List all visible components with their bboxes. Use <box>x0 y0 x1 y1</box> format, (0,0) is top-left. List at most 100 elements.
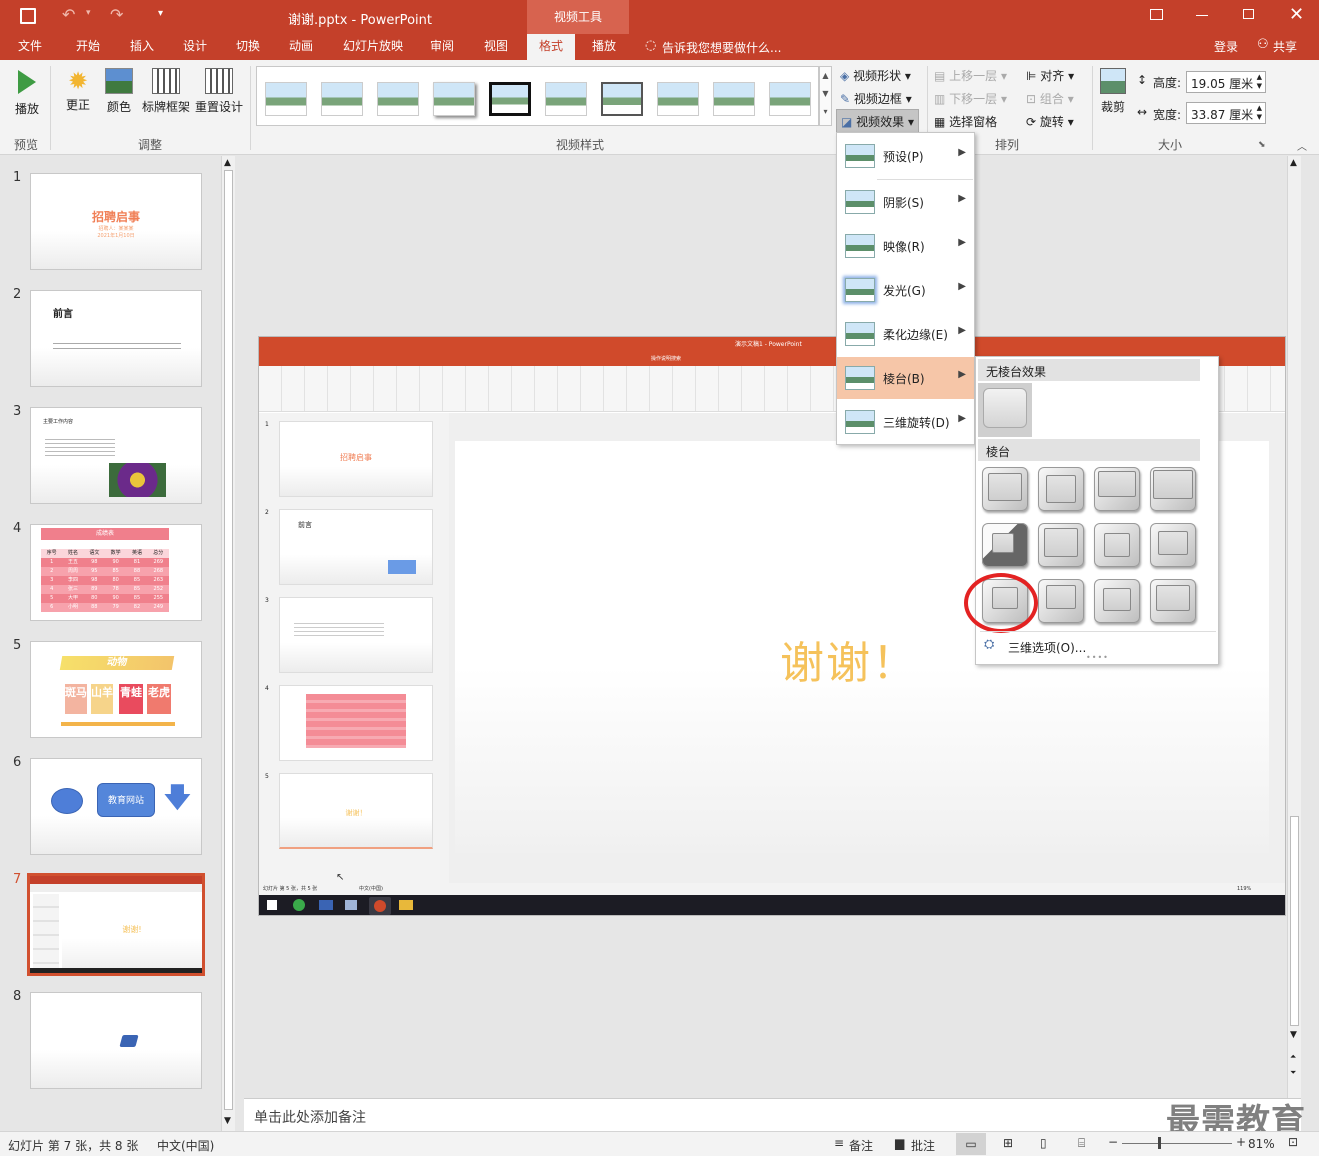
tab-design[interactable]: 设计 <box>173 34 217 60</box>
thumbnail-scrollbar[interactable]: ▲ ▼ <box>221 156 235 1131</box>
tab-slideshow[interactable]: 幻灯片放映 <box>336 34 410 60</box>
next-slide-icon[interactable]: ⏷ <box>1290 1068 1296 1078</box>
tab-transitions[interactable]: 切换 <box>226 34 270 60</box>
undo-dropdown-icon[interactable]: ▾ <box>86 8 91 18</box>
group-button[interactable]: ⊡ 组合 ▾ <box>1026 90 1074 107</box>
slide-thumb-3[interactable]: 主要工作内容 <box>30 407 202 504</box>
tab-animations[interactable]: 动画 <box>279 34 323 60</box>
size-dialog-launcher-icon[interactable]: ⬊ <box>1258 140 1266 150</box>
bevel-option-8[interactable] <box>1150 523 1196 567</box>
video-style-2[interactable] <box>321 82 363 116</box>
menu-item-shadow[interactable]: 阴影(S) ▶ <box>837 181 974 223</box>
save-icon[interactable] <box>20 8 36 24</box>
slide-thumb-5[interactable]: 动物 斑马 山羊 青蛙 老虎 <box>30 641 202 738</box>
play-button[interactable]: 播放 <box>10 66 44 117</box>
comments-button[interactable]: 批注 <box>911 1137 935 1154</box>
crop-button[interactable]: 裁剪 <box>1098 66 1128 115</box>
scroll-up-icon[interactable]: ▲ <box>224 158 231 168</box>
video-style-4[interactable] <box>433 82 475 116</box>
tab-review[interactable]: 审阅 <box>420 34 464 60</box>
bevel-option-6[interactable] <box>1038 523 1084 567</box>
language-indicator[interactable]: 中文(中国) <box>157 1137 214 1154</box>
normal-view-icon[interactable]: ▭ <box>956 1133 986 1155</box>
video-shape-button[interactable]: ◈ 视频形状 ▾ <box>840 67 911 84</box>
menu-item-preset[interactable]: 预设(P) ▶ <box>837 135 974 177</box>
height-input[interactable]: 19.05 厘米 ▲ ▼ <box>1186 71 1266 93</box>
scroll-down-icon[interactable]: ▼ <box>224 1116 231 1126</box>
menu-item-reflection[interactable]: 映像(R) ▶ <box>837 225 974 267</box>
share-button[interactable]: 共享 <box>1273 38 1297 55</box>
zoom-level[interactable]: 81% <box>1248 1137 1275 1151</box>
undo-icon[interactable]: ↶ <box>62 5 75 24</box>
video-style-8[interactable] <box>657 82 699 116</box>
bevel-option-11[interactable] <box>1094 579 1140 623</box>
scroll-up-icon[interactable]: ▲ <box>1290 158 1297 168</box>
selection-pane-button[interactable]: ▦ 选择窗格 <box>934 113 997 130</box>
video-style-7[interactable] <box>601 82 643 116</box>
align-button[interactable]: ⊫ 对齐 ▾ <box>1026 67 1074 84</box>
gallery-scroll[interactable]: ▲ ▼ ▾ <box>819 66 832 126</box>
tab-insert[interactable]: 插入 <box>120 34 164 60</box>
notes-pane[interactable]: 单击此处添加备注 <box>244 1098 1301 1131</box>
scroll-down-icon[interactable]: ▼ <box>1290 1030 1297 1040</box>
rotate-button[interactable]: ⟳ 旋转 ▾ <box>1026 113 1074 130</box>
reset-design-button[interactable]: 重置设计 <box>194 66 244 115</box>
minimize-icon[interactable] <box>1196 15 1208 16</box>
zoom-out-icon[interactable]: − <box>1108 1135 1118 1149</box>
bevel-option-12[interactable] <box>1150 579 1196 623</box>
video-style-10[interactable] <box>769 82 811 116</box>
fit-to-window-icon[interactable]: ⊡ <box>1288 1135 1298 1149</box>
width-spinner[interactable]: ▲ ▼ <box>1257 104 1262 122</box>
video-effects-button[interactable]: ◪ 视频效果 ▾ <box>836 109 920 134</box>
poster-frame-button[interactable]: 标牌框架 <box>140 66 192 115</box>
sign-in-link[interactable]: 登录 <box>1214 38 1238 55</box>
close-icon[interactable]: ✕ <box>1289 4 1304 25</box>
video-style-1[interactable] <box>265 82 307 116</box>
slide-thumb-8[interactable] <box>30 992 202 1089</box>
scroll-thumb[interactable] <box>224 170 233 1110</box>
bevel-option-1[interactable] <box>982 467 1028 511</box>
notes-placeholder[interactable]: 单击此处添加备注 <box>254 1107 366 1127</box>
redo-icon[interactable]: ↷ <box>110 5 123 24</box>
bevel-option-2[interactable] <box>1038 467 1084 511</box>
slideshow-icon[interactable]: ⌸ <box>1078 1136 1085 1151</box>
zoom-slider[interactable] <box>1122 1143 1232 1144</box>
notes-toggle-button[interactable]: 备注 <box>849 1137 873 1154</box>
bring-forward-button[interactable]: ▤ 上移一层 ▾ <box>934 67 1007 84</box>
maximize-icon[interactable] <box>1243 9 1254 19</box>
reading-view-icon[interactable]: ▯ <box>1040 1136 1047 1150</box>
height-spinner[interactable]: ▲ ▼ <box>1257 73 1262 91</box>
tab-view[interactable]: 视图 <box>474 34 518 60</box>
previous-slide-icon[interactable]: ⏶ <box>1290 1052 1296 1062</box>
send-backward-button[interactable]: ▥ 下移一层 ▾ <box>934 90 1007 107</box>
menu-item-glow[interactable]: 发光(G) ▶ <box>837 269 974 311</box>
video-style-5[interactable] <box>489 82 531 116</box>
resize-grip-icon[interactable]: •••• <box>1086 653 1109 662</box>
zoom-in-icon[interactable]: + <box>1236 1135 1246 1149</box>
customize-qat-icon[interactable]: ▾ <box>158 8 163 19</box>
collapse-ribbon-icon[interactable]: ︿ <box>1297 138 1307 153</box>
tab-playback[interactable]: 播放 <box>582 34 626 60</box>
slide-thumb-4[interactable]: 成绩表 序号 姓名 语文 数学 英语 总分 1 王五 98 90 81 269 2 周周 95 8… <box>30 524 202 621</box>
bevel-option-10[interactable] <box>1038 579 1084 623</box>
video-style-6[interactable] <box>545 82 587 116</box>
slide-sorter-icon[interactable]: ⊞ <box>1003 1136 1013 1150</box>
bevel-option-3[interactable] <box>1094 467 1140 511</box>
width-input[interactable]: 33.87 厘米 ▲ ▼ <box>1186 102 1266 124</box>
slide-scrollbar[interactable]: ▲ ▼ ⏶ ⏷ <box>1287 156 1301 1098</box>
bevel-option-7[interactable] <box>1094 523 1140 567</box>
video-style-3[interactable] <box>377 82 419 116</box>
zoom-slider-thumb[interactable] <box>1158 1137 1161 1149</box>
slide-thumb-7[interactable]: 谢谢! <box>27 873 205 976</box>
menu-item-bevel[interactable]: 棱台(B) ▶ <box>837 357 974 399</box>
bevel-option-4[interactable] <box>1150 467 1196 511</box>
video-border-button[interactable]: ✎ 视频边框 ▾ <box>840 90 912 107</box>
slide-thumb-6[interactable]: 教育网站 🡇 <box>30 758 202 855</box>
tell-me-search[interactable]: 告诉我您想要做什么... <box>662 39 781 56</box>
tab-home[interactable]: 开始 <box>66 34 110 60</box>
slide-thumb-1[interactable]: 招聘启事 招聘人：某某某 2021年1月10日 <box>30 173 202 270</box>
bevel-option-5[interactable] <box>982 523 1028 567</box>
tab-file[interactable]: 文件 <box>8 34 52 60</box>
color-button[interactable]: 颜色 <box>102 66 136 115</box>
tab-format[interactable]: 格式 <box>527 34 575 60</box>
